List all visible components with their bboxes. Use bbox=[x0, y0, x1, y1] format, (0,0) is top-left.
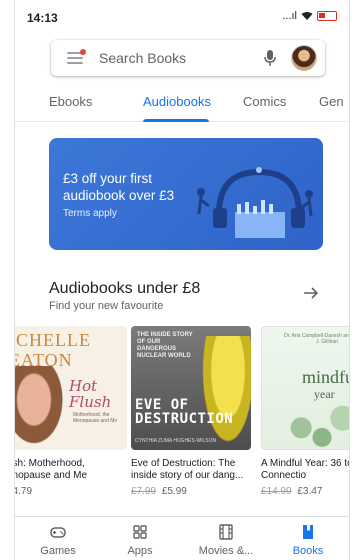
price-current: £5.99 bbox=[161, 486, 187, 497]
search-input[interactable] bbox=[99, 48, 239, 68]
nav-label: Movies &... bbox=[198, 545, 254, 557]
signal-icon: ...ıl bbox=[282, 10, 297, 22]
nav-label: Books bbox=[292, 545, 324, 557]
price-current: £4.79 bbox=[15, 486, 33, 497]
search-bar[interactable] bbox=[51, 40, 325, 76]
cover-figure bbox=[199, 336, 251, 450]
notification-dot bbox=[80, 49, 86, 55]
gamepad-icon bbox=[50, 527, 66, 538]
promo-terms[interactable]: Terms apply bbox=[63, 208, 117, 219]
section-subtitle: Find your new favourite bbox=[49, 300, 164, 312]
avatar[interactable] bbox=[291, 45, 317, 71]
apps-grid-icon bbox=[133, 525, 147, 539]
price-current: £3.47 bbox=[297, 486, 323, 497]
microphone-icon[interactable] bbox=[263, 49, 277, 67]
cover-tagline: THE INSIDE STORY OF OUR DANGEROUS NUCLEA… bbox=[137, 332, 193, 359]
wifi-icon bbox=[301, 12, 313, 20]
status-bar: 14:13 ...ıl bbox=[15, 0, 349, 30]
bookmark-book-icon bbox=[303, 525, 313, 539]
promo-banner[interactable]: £3 off your first audiobook over £3 Term… bbox=[49, 138, 323, 250]
battery-icon bbox=[317, 11, 337, 21]
cover-subtitle: Motherhood, the Menopause and Me bbox=[73, 412, 118, 424]
nav-label: Apps bbox=[127, 545, 153, 557]
menu-icon[interactable] bbox=[67, 49, 86, 64]
book-cover[interactable]: ICHELLE EATON Hot Flush Motherhood, the … bbox=[14, 326, 127, 450]
book-price: £14.99 £3.47 bbox=[261, 486, 322, 497]
cover-author: CYNTHIA ZUMA HUGHES-WILSON bbox=[135, 438, 217, 444]
book-title[interactable]: A Mindful Year: 36 to Find Connectio bbox=[261, 458, 349, 482]
active-tab-indicator bbox=[143, 119, 209, 122]
book-carousel: ICHELLE EATON Hot Flush Motherhood, the … bbox=[14, 326, 349, 506]
cover-title: Hot Flush bbox=[69, 377, 112, 411]
cover-title: EVE OF DESTRUCTION bbox=[135, 397, 234, 427]
book-title[interactable]: ush: Motherhood, enopause and Me bbox=[15, 458, 131, 482]
nav-games[interactable]: Games bbox=[23, 523, 93, 557]
status-icons: ...ıl bbox=[282, 10, 337, 22]
book-price: £4.79 bbox=[15, 486, 33, 497]
cover-author: ICHELLE EATON bbox=[14, 330, 91, 370]
tab-comics[interactable]: Comics bbox=[243, 94, 286, 109]
phone-screen: 14:13 ...ıl Ebooks Audiobooks Comics Gen… bbox=[14, 0, 350, 560]
status-time: 14:13 bbox=[27, 11, 58, 25]
tab-audiobooks[interactable]: Audiobooks bbox=[143, 94, 211, 109]
headphones-illustration-icon bbox=[197, 167, 313, 238]
section-title: Audiobooks under £8 bbox=[49, 280, 201, 297]
cover-portrait bbox=[15, 366, 67, 450]
book-title[interactable]: Eve of Destruction: The inside story of … bbox=[131, 458, 255, 482]
book-cover[interactable]: THE INSIDE STORY OF OUR DANGEROUS NUCLEA… bbox=[131, 326, 251, 450]
price-original: £7.99 bbox=[131, 486, 157, 497]
nav-apps[interactable]: Apps bbox=[105, 523, 175, 557]
cover-title: mindful bbox=[302, 367, 349, 387]
film-icon bbox=[219, 524, 233, 540]
nav-label: Games bbox=[40, 545, 76, 557]
price-original: £14.99 bbox=[261, 486, 292, 497]
book-price: £7.99 £5.99 bbox=[131, 486, 187, 497]
promo-title: £3 off your first audiobook over £3 bbox=[63, 171, 175, 203]
nav-movies[interactable]: Movies &... bbox=[191, 523, 261, 557]
cover-author: Dr. Aria Campbell-Danesh and Dr Seth J. … bbox=[284, 333, 349, 345]
book-cover[interactable]: Dr. Aria Campbell-Danesh and Dr Seth J. … bbox=[261, 326, 349, 450]
tab-genres[interactable]: Gen bbox=[319, 94, 344, 109]
bottom-navigation: Games Apps Movies &... Books bbox=[15, 516, 349, 560]
cover-leaves bbox=[270, 399, 349, 447]
tab-ebooks[interactable]: Ebooks bbox=[49, 94, 92, 109]
nav-books[interactable]: Books bbox=[273, 523, 343, 557]
category-tabs: Ebooks Audiobooks Comics Gen bbox=[15, 82, 349, 122]
arrow-right-icon[interactable] bbox=[303, 286, 319, 300]
